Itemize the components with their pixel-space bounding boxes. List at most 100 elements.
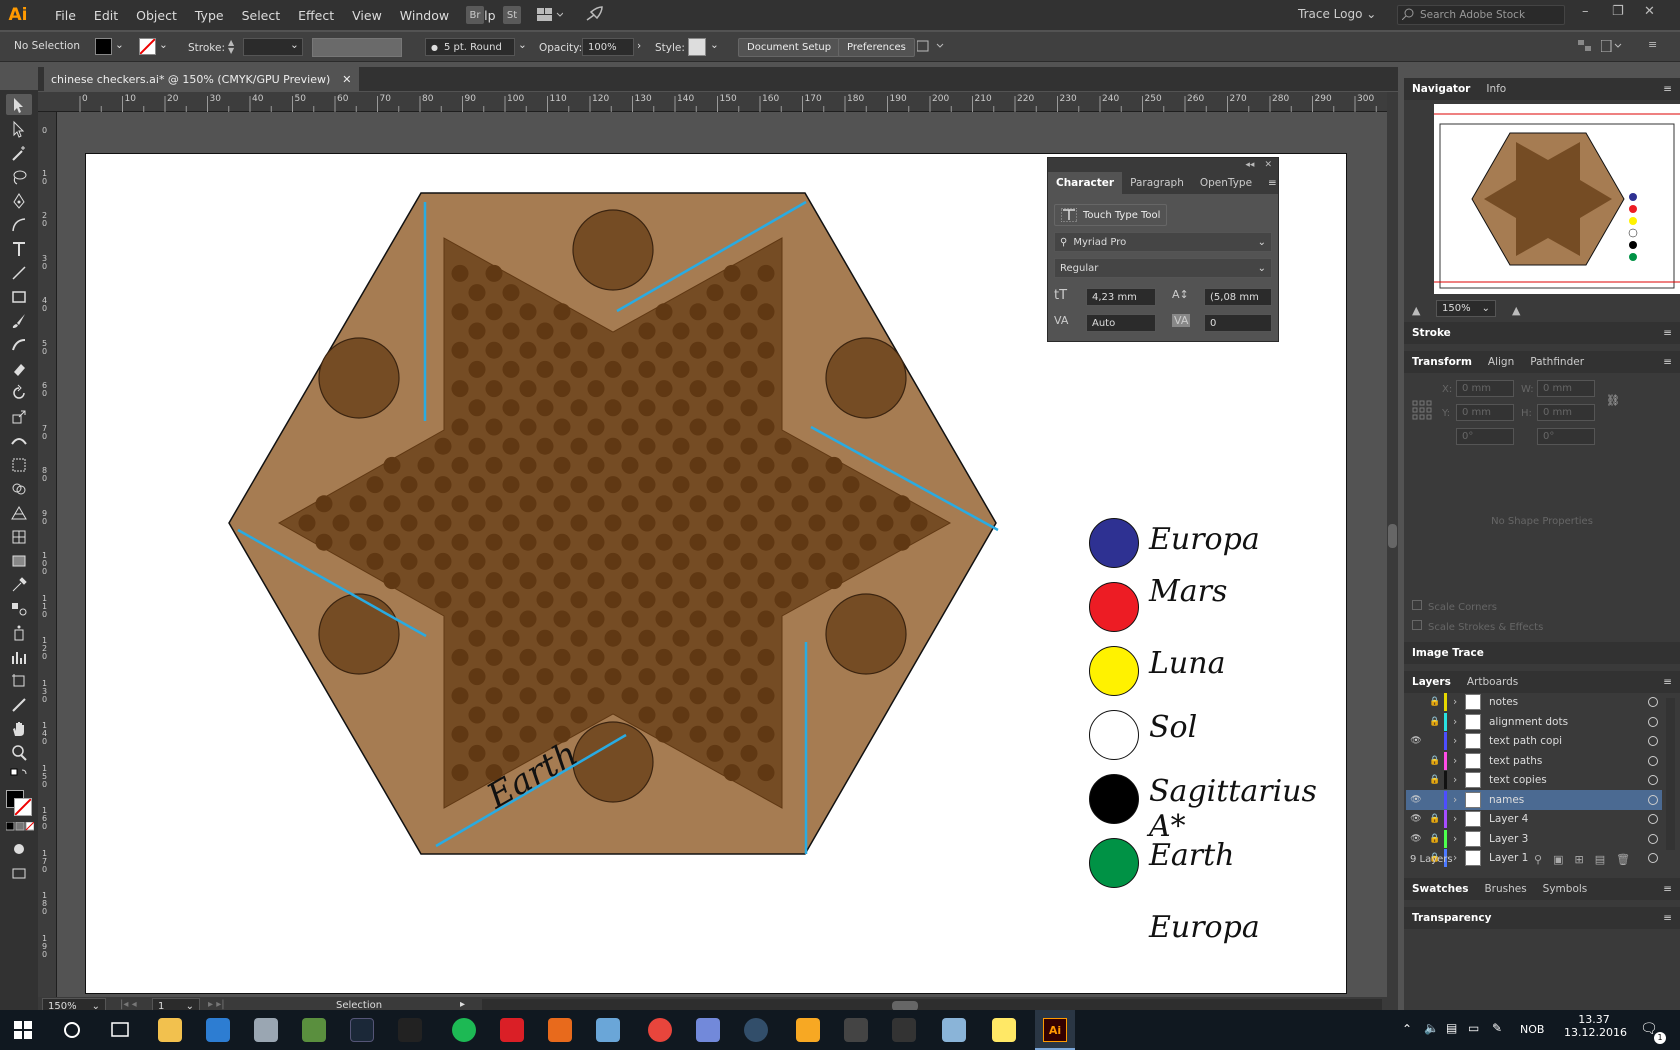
eyedropper-tool-icon[interactable] xyxy=(6,574,32,595)
trash-icon[interactable]: 🗑 xyxy=(1616,853,1641,866)
legend-label-europa[interactable]: Europa xyxy=(1149,522,1260,557)
legend-label-sagittarius[interactable]: Sagittarius A* xyxy=(1149,774,1346,844)
menu-object[interactable]: Object xyxy=(127,8,186,23)
default-fill-stroke-icon[interactable] xyxy=(4,766,34,787)
mesh-tool-icon[interactable] xyxy=(6,526,32,547)
magic-wand-tool-icon[interactable] xyxy=(6,142,32,163)
panel-menu-icon[interactable]: ≡ xyxy=(1648,38,1657,51)
layer-row[interactable]: 🔒 › alignment dots xyxy=(1406,712,1662,732)
image-trace-panel-header[interactable]: Image Trace xyxy=(1404,642,1680,664)
panel-menu-icon[interactable]: ≡ xyxy=(1655,912,1680,924)
panel-menu-icon[interactable]: ≡ xyxy=(1655,356,1680,368)
clock[interactable]: 13.37 13.12.2016 xyxy=(1564,1013,1627,1039)
app-icon[interactable] xyxy=(892,1018,916,1042)
visibility-icon[interactable]: 👁 xyxy=(1406,834,1426,844)
legend-dot-sagittarius[interactable] xyxy=(1089,774,1139,824)
stock-button[interactable]: St xyxy=(503,6,521,24)
chevron-right-icon[interactable]: › xyxy=(1453,696,1465,708)
layers-scrollbar[interactable] xyxy=(1666,698,1675,850)
layer-row[interactable]: 🔒 › notes xyxy=(1406,692,1662,712)
kerning-field[interactable]: Auto xyxy=(1086,314,1156,332)
input-language[interactable]: NOB xyxy=(1520,1023,1544,1036)
lock-icon[interactable]: 🔒 xyxy=(1426,756,1444,766)
column-graph-tool-icon[interactable] xyxy=(6,646,32,667)
target-icon[interactable] xyxy=(1648,716,1658,727)
target-icon[interactable] xyxy=(1648,794,1658,805)
constrain-proportions-icon[interactable]: ⛓ xyxy=(1606,394,1620,407)
app-icon[interactable] xyxy=(398,1018,422,1042)
tab-align[interactable]: Align xyxy=(1480,356,1522,368)
tab-brushes[interactable]: Brushes xyxy=(1476,883,1534,895)
lock-icon[interactable]: 🔒 xyxy=(1426,717,1444,727)
layer-row[interactable]: 👁 › names xyxy=(1406,789,1662,810)
discord-icon[interactable] xyxy=(696,1018,720,1042)
minimize-button[interactable]: – xyxy=(1582,4,1589,19)
menu-select[interactable]: Select xyxy=(233,8,290,23)
legend-label-sol[interactable]: Sol xyxy=(1149,710,1197,745)
scale-tool-icon[interactable] xyxy=(6,406,32,427)
paint-icon[interactable] xyxy=(596,1018,620,1042)
scale-strokes-checkbox[interactable]: Scale Strokes & Effects xyxy=(1412,620,1543,633)
chevron-right-icon[interactable]: › xyxy=(1453,716,1465,728)
tab-info[interactable]: Info xyxy=(1478,83,1514,95)
target-icon[interactable] xyxy=(1648,853,1658,863)
preferences-button[interactable]: Preferences xyxy=(838,38,915,57)
spotify-icon[interactable] xyxy=(452,1018,476,1042)
lock-icon[interactable]: 🔒 xyxy=(1426,814,1444,824)
chevron-down-icon[interactable]: ⌄ xyxy=(159,39,168,51)
rotate-field[interactable]: 0° xyxy=(1456,428,1514,445)
y-field[interactable]: 0 mm xyxy=(1456,404,1514,421)
chevron-right-icon[interactable]: › xyxy=(1453,833,1465,845)
target-icon[interactable] xyxy=(1648,755,1658,766)
tab-pathfinder[interactable]: Pathfinder xyxy=(1522,356,1592,368)
windows-start-icon[interactable] xyxy=(14,1021,32,1042)
tab-navigator[interactable]: Navigator xyxy=(1404,83,1478,95)
color-mode-icons[interactable] xyxy=(5,821,35,835)
arrange-panels-icon[interactable] xyxy=(1578,40,1592,55)
task-view-icon[interactable] xyxy=(110,1021,130,1042)
first-artboard-icon[interactable]: |◂ ◂ xyxy=(120,999,137,1010)
gradient-tool-icon[interactable] xyxy=(6,550,32,571)
width-field[interactable]: 0 mm xyxy=(1537,380,1595,397)
direct-selection-tool-icon[interactable] xyxy=(6,118,32,139)
locate-object-icon[interactable]: ⚲ xyxy=(1534,853,1553,866)
layer-row[interactable]: 👁 🔒 › Layer 3 xyxy=(1406,829,1662,849)
arrange-documents-icon[interactable] xyxy=(537,8,564,25)
file-explorer-icon[interactable] xyxy=(158,1018,182,1042)
font-family-field[interactable]: ⚲ Myriad Pro ⌄ xyxy=(1054,232,1272,252)
tab-transform[interactable]: Transform xyxy=(1404,356,1480,368)
width-tool-icon[interactable] xyxy=(6,430,32,451)
panel-menu-icon[interactable]: ≡ xyxy=(1655,83,1680,95)
navigator-preview[interactable] xyxy=(1434,104,1680,294)
legend-dot-mars[interactable] xyxy=(1089,582,1139,632)
app-icon[interactable] xyxy=(744,1018,768,1042)
layer-name[interactable]: text path copi xyxy=(1489,735,1648,747)
chevron-right-icon[interactable]: › xyxy=(1453,774,1465,786)
perspective-grid-tool-icon[interactable] xyxy=(6,502,32,523)
maximize-button[interactable]: ❐ xyxy=(1612,4,1624,19)
legend-label-earth[interactable]: Earth xyxy=(1149,838,1235,873)
rotate-tool-icon[interactable] xyxy=(6,382,32,403)
layer-name[interactable]: notes xyxy=(1489,696,1648,708)
leading-field[interactable]: (5,08 mm xyxy=(1204,288,1272,306)
shear-field[interactable]: 0° xyxy=(1537,428,1595,445)
close-panel-icon[interactable]: ✕ xyxy=(1264,160,1272,170)
sticky-notes-icon[interactable] xyxy=(992,1018,1016,1042)
cortana-icon[interactable] xyxy=(62,1020,82,1043)
sketchbook-icon[interactable] xyxy=(796,1018,820,1042)
layer-name[interactable]: alignment dots xyxy=(1489,716,1648,728)
reference-point-icon[interactable] xyxy=(1412,400,1432,423)
layer-row[interactable]: 🔒 › text copies xyxy=(1406,770,1662,790)
scale-corners-checkbox[interactable]: Scale Corners xyxy=(1412,600,1497,613)
bridge-button[interactable]: Br xyxy=(466,6,484,24)
document-setup-button[interactable]: Document Setup xyxy=(738,38,841,57)
zoom-tool-icon[interactable] xyxy=(6,742,32,763)
chevron-right-icon[interactable]: › xyxy=(1453,852,1465,864)
chevron-right-icon[interactable]: › xyxy=(637,40,641,52)
target-icon[interactable] xyxy=(1648,814,1658,824)
layer-name[interactable]: text paths xyxy=(1489,755,1648,767)
chevron-down-icon[interactable]: ⌄ xyxy=(710,39,719,51)
navigator-zoom-field[interactable]: 150% ⌄ xyxy=(1436,300,1496,317)
stroke-swatch[interactable] xyxy=(139,38,156,55)
tab-layers[interactable]: Layers xyxy=(1404,676,1459,688)
